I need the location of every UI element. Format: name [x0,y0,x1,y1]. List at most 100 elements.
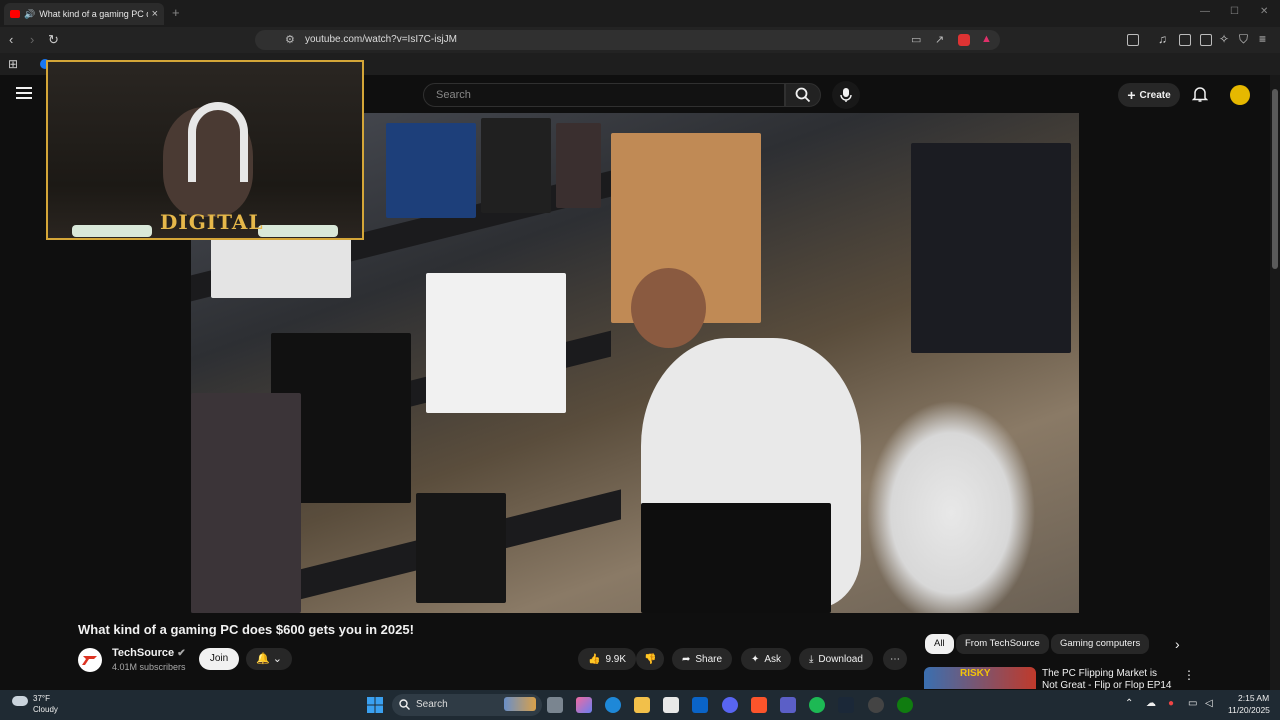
reload-icon[interactable]: ↻ [48,32,59,48]
search-button[interactable] [785,83,821,107]
clock-time[interactable]: 2:15 AM [1238,693,1269,703]
ask-button[interactable]: ✦ Ask [741,648,792,670]
outlook-icon[interactable] [692,697,708,713]
chip-gaming-computers[interactable]: Gaming computers [1051,634,1150,654]
xbox-icon[interactable] [897,697,913,713]
address-bar[interactable]: ⚙ youtube.com/watch?v=IsI7C-isjJM ▭ ↗ ▲ [255,30,1000,50]
maximize-icon[interactable]: ☐ [1230,6,1239,17]
notifications-bell-icon[interactable] [1192,85,1208,103]
close-window-icon[interactable]: ✕ [1260,6,1268,17]
webcam-overlay: DIGITAL [46,60,364,240]
weather-temp[interactable]: 37°F [33,694,50,703]
app-icon[interactable] [868,697,884,713]
headset [188,102,248,182]
new-tab-icon[interactable]: + [172,5,180,20]
plus-icon: + [1127,87,1136,103]
site-info-icon[interactable]: ⚙ [285,33,295,46]
speaker-icon[interactable]: 🔊 [24,9,35,20]
cast-icon[interactable]: ▭ [911,33,921,46]
recommended-thumbnail[interactable]: RISKY [924,667,1036,689]
browser-menu-icon[interactable]: ≡ [1259,32,1266,46]
brave-shield-icon[interactable] [958,34,970,46]
chip-from-techsource[interactable]: From TechSource [956,634,1049,654]
media-icon[interactable]: ♫ [1158,32,1167,46]
taskbar-search[interactable]: Search [392,694,542,716]
discord-icon[interactable] [722,697,738,713]
channel-avatar[interactable] [78,648,102,672]
store-icon[interactable] [663,697,679,713]
like-count: 9.9K [605,653,627,665]
product-box-white [426,273,566,413]
volume-icon[interactable]: ◁ [1205,698,1213,709]
search-input[interactable]: Search [423,83,785,107]
youtube-favicon-icon [10,10,20,18]
price-sign [211,238,351,298]
channel-name[interactable]: TechSource ✔ [112,647,186,659]
more-vert-icon[interactable]: ⋮ [1183,668,1195,682]
voice-search-button[interactable] [832,81,860,109]
cloud-icon[interactable] [12,696,28,706]
search-icon [795,87,811,103]
chevron-down-icon: ⌄ [272,653,282,665]
product-box [556,123,601,208]
leo-ai-icon[interactable]: ✧ [1219,32,1229,46]
windows-start-icon[interactable] [367,697,383,713]
clock-date[interactable]: 11/20/2025 [1228,705,1270,715]
guide-menu-icon[interactable] [16,87,32,101]
back-icon[interactable]: ‹ [9,32,13,47]
share-icon: ➦ [682,653,691,665]
thumbnail-text: RISKY [960,668,991,679]
close-tab-icon[interactable]: × [152,8,158,20]
file-explorer-icon[interactable] [634,697,650,713]
download-button[interactable]: ⤓ Download [799,648,873,670]
account-avatar[interactable] [1230,85,1250,105]
person-pants [641,503,831,613]
subscribe-bell-button[interactable]: 🔔 ⌄ [246,648,292,670]
rewards-icon[interactable]: ▲ [981,33,992,45]
minimize-icon[interactable]: — [1200,6,1210,17]
page-scrollbar[interactable] [1270,75,1280,690]
overlay-banner-left [72,225,152,237]
edge-icon[interactable] [605,697,621,713]
steam-icon[interactable] [838,697,854,713]
teams-icon[interactable] [780,697,796,713]
tab-title: What kind of a gaming PC does $600 gets … [39,9,147,19]
url-text[interactable]: youtube.com/watch?v=IsI7C-isjJM [305,34,457,45]
network-icon[interactable]: ▭ [1188,698,1197,709]
more-actions-button[interactable]: ⋯ [883,648,907,670]
product-box [416,493,506,603]
join-button[interactable]: Join [199,648,239,670]
chevron-up-icon[interactable]: ⌃ [1125,698,1133,709]
share-icon[interactable]: ↗ [935,33,944,46]
thumbs-down-icon: 👎 [644,653,657,665]
vpn-icon[interactable]: ⛉ [1239,32,1248,47]
chevron-right-icon[interactable]: › [1175,636,1180,652]
share-label: Share [695,653,723,665]
video-title: What kind of a gaming PC does $600 gets … [78,622,414,637]
task-view-icon[interactable] [547,697,563,713]
sidebar-icon[interactable] [1179,34,1191,46]
forward-icon[interactable]: › [30,32,34,47]
spotify-icon[interactable] [809,697,825,713]
apps-grid-icon[interactable]: ⊞ [8,57,18,71]
like-button[interactable]: 👍 9.9K [578,648,637,670]
recommended-title[interactable]: The PC Flipping Market is Not Great - Fl… [1042,668,1172,690]
onedrive-icon[interactable]: ☁ [1146,698,1156,709]
copilot-icon[interactable] [576,697,592,713]
scrollbar-thumb[interactable] [1272,89,1278,269]
browser-tab[interactable]: 🔊 What kind of a gaming PC does $600 get… [4,3,164,25]
brave-icon[interactable] [751,697,767,713]
screenshot-icon[interactable] [1127,34,1139,46]
chip-all[interactable]: All [925,634,954,654]
search-highlight-icon [504,697,536,711]
microphone-icon[interactable]: ● [1168,698,1174,709]
create-button[interactable]: + Create [1118,83,1180,107]
share-button[interactable]: ➦ Share [672,648,733,670]
browser-tab-bar: 🔊 What kind of a gaming PC does $600 get… [0,0,1280,27]
product-box [481,118,551,213]
wallet-icon[interactable] [1200,34,1212,46]
weather-desc[interactable]: Cloudy [33,705,58,714]
overlay-banner-right [258,225,338,237]
dislike-button[interactable]: 👎 [636,648,665,670]
subscriber-count: 4.01M subscribers [112,662,186,672]
